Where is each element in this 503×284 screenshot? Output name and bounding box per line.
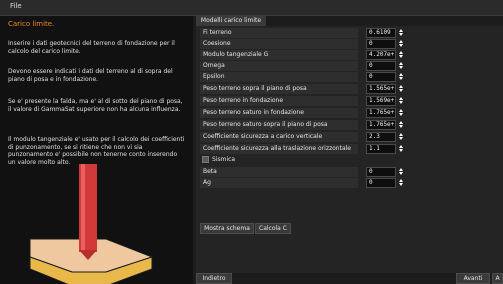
spin-down-icon[interactable] (398, 172, 403, 175)
field-label: Fi terreno (200, 28, 358, 38)
spin-up-icon[interactable] (398, 85, 403, 88)
field-row-coeff-orizzontale: Coefficiente sicurezza alla traslazione … (200, 144, 500, 154)
spin-down-icon[interactable] (398, 55, 403, 58)
field-label: Modulo tangenziale G (200, 50, 358, 60)
sismica-checkbox[interactable] (202, 156, 209, 163)
spin-up-icon[interactable] (398, 109, 403, 112)
field-row-modulo-tangenziale: Modulo tangenziale G 4.207e+ (200, 50, 500, 60)
spin-up-icon[interactable] (398, 168, 403, 171)
beta-input[interactable]: 0 (366, 167, 396, 177)
spin-buttons[interactable] (398, 84, 403, 94)
spin-up-icon[interactable] (398, 73, 403, 76)
help-paragraph: Inserire i dati geotecnici del terreno d… (8, 40, 175, 55)
spin-down-icon[interactable] (398, 44, 403, 47)
ag-input[interactable]: 0 (366, 178, 396, 188)
field-row-coesione: Coesione 0 (200, 39, 500, 49)
help-title: Carico limite. (8, 20, 55, 28)
help-pane: Carico limite. Inserire i dati geotecnic… (0, 16, 193, 284)
peso-saturo-fondazione-input[interactable]: 1.765e+ (366, 108, 396, 118)
field-label: Epsilon (200, 72, 358, 82)
field-label: Peso terreno saturo in fondazione (200, 108, 358, 118)
tab-modelli-carico-limite[interactable]: Modelli carico limite (196, 16, 266, 26)
field-label: Omega (200, 61, 358, 71)
spin-down-icon[interactable] (398, 66, 403, 69)
field-row-omega: Omega 0 (200, 61, 500, 71)
spin-down-icon[interactable] (398, 101, 403, 104)
coesione-input[interactable]: 0 (366, 39, 396, 49)
field-label: Peso terreno saturo sopra il piano di po… (200, 120, 358, 130)
spin-buttons[interactable] (398, 50, 403, 60)
spin-buttons[interactable] (398, 61, 403, 71)
field-row-epsilon: Epsilon 0 (200, 72, 500, 82)
help-paragraph: Devono essere indicati i dati del terren… (8, 68, 173, 83)
navigation-bar: Indietro Avanti A (196, 273, 503, 284)
spin-down-icon[interactable] (398, 183, 403, 186)
spin-up-icon[interactable] (398, 133, 403, 136)
spin-up-icon[interactable] (398, 62, 403, 65)
spin-up-icon[interactable] (398, 179, 403, 182)
spin-up-icon[interactable] (398, 97, 403, 100)
spin-buttons[interactable] (398, 39, 403, 49)
field-label: Beta (200, 167, 358, 177)
indietro-button[interactable]: Indietro (196, 273, 232, 284)
last-button[interactable]: A (492, 273, 503, 284)
field-row-fi-terreno: Fi terreno 0.6109 (200, 28, 500, 38)
sismica-label: Sismica (212, 156, 236, 163)
spin-buttons[interactable] (398, 28, 403, 38)
spin-down-icon[interactable] (398, 33, 403, 36)
spin-up-icon[interactable] (398, 40, 403, 43)
help-paragraph: Il modulo tangenziale e' usato per il ca… (8, 136, 185, 166)
field-row-ag: Ag 0 (200, 178, 500, 188)
spin-down-icon[interactable] (398, 113, 403, 116)
spin-up-icon[interactable] (398, 29, 403, 32)
fi-terreno-input[interactable]: 0.6109 (366, 28, 396, 38)
mostra-schema-button[interactable]: Mostra schema (200, 223, 254, 234)
help-paragraph: Se e' presente la falda, ma e' al di sot… (8, 98, 183, 113)
calcola-c-button[interactable]: Calcola C (255, 223, 291, 234)
field-label: Peso terreno in fondazione (200, 96, 358, 106)
coeff-orizzontale-input[interactable]: 1.1 (366, 144, 396, 154)
menu-file[interactable]: File (10, 2, 22, 10)
field-label: Ag (200, 178, 358, 188)
epsilon-input[interactable]: 0 (366, 72, 396, 82)
field-label: Coefficiente sicurezza a carico vertical… (200, 132, 358, 142)
field-row-peso-sopra: Peso terreno sopra il piano di posa 1.56… (200, 84, 500, 94)
field-label: Coefficiente sicurezza alla traslazione … (200, 144, 358, 154)
spin-up-icon[interactable] (398, 121, 403, 124)
field-row-coeff-verticale: Coefficiente sicurezza a carico vertical… (200, 132, 500, 142)
peso-saturo-sopra-input[interactable]: 1.765e+ (366, 120, 396, 130)
spin-down-icon[interactable] (398, 137, 403, 140)
modulo-tangenziale-input[interactable]: 4.207e+ (366, 50, 396, 60)
coeff-verticale-input[interactable]: 2.3 (366, 132, 396, 142)
field-label: Coesione (200, 39, 358, 49)
spin-down-icon[interactable] (398, 149, 403, 152)
spin-up-icon[interactable] (398, 145, 403, 148)
field-row-beta: Beta 0 (200, 167, 500, 177)
avanti-button[interactable]: Avanti (456, 273, 490, 284)
spin-buttons[interactable] (398, 144, 403, 154)
spin-buttons[interactable] (398, 72, 403, 82)
menu-bar: File (0, 0, 503, 16)
spin-down-icon[interactable] (398, 89, 403, 92)
foundation-diagram (29, 164, 154, 284)
spin-buttons[interactable] (398, 178, 403, 188)
foundation-pile-highlight (81, 164, 85, 252)
spin-buttons[interactable] (398, 132, 403, 142)
field-row-peso-fondazione: Peso terreno in fondazione 1.569e+ (200, 96, 500, 106)
spin-down-icon[interactable] (398, 125, 403, 128)
omega-input[interactable]: 0 (366, 61, 396, 71)
spin-up-icon[interactable] (398, 51, 403, 54)
spin-buttons[interactable] (398, 167, 403, 177)
field-row-peso-saturo-fondazione: Peso terreno saturo in fondazione 1.765e… (200, 108, 500, 118)
form-panel: Fi terreno 0.6109 Coesione 0 Modulo tang… (196, 26, 503, 284)
spin-buttons[interactable] (398, 120, 403, 130)
field-label: Peso terreno sopra il piano di posa (200, 84, 358, 94)
field-row-peso-saturo-sopra: Peso terreno saturo sopra il piano di po… (200, 120, 500, 130)
peso-fondazione-input[interactable]: 1.569e+ (366, 96, 396, 106)
spin-buttons[interactable] (398, 96, 403, 106)
spin-down-icon[interactable] (398, 77, 403, 80)
spin-buttons[interactable] (398, 108, 403, 118)
peso-sopra-input[interactable]: 1.565e+ (366, 84, 396, 94)
